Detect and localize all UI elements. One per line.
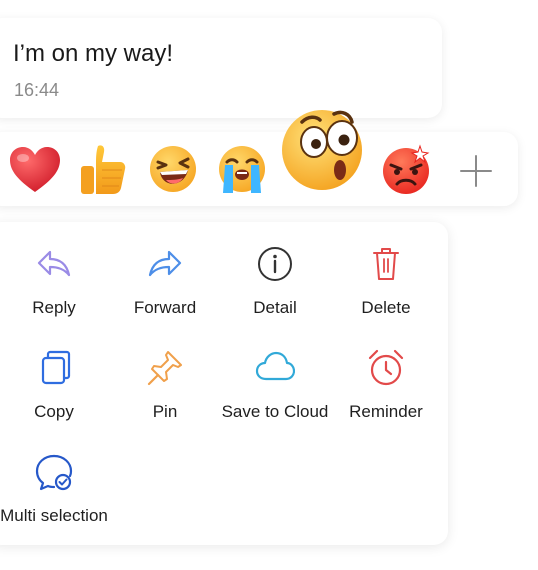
thumbs-up-icon[interactable] <box>78 142 128 196</box>
delete-label: Delete <box>361 298 411 317</box>
laughing-face-icon[interactable] <box>148 144 198 194</box>
save-to-cloud-button[interactable]: Save to Cloud <box>218 348 332 438</box>
alarm-clock-icon <box>366 348 406 388</box>
reminder-label: Reminder <box>349 402 423 421</box>
forward-button[interactable]: Forward <box>108 244 222 334</box>
cloud-icon <box>255 348 295 388</box>
reminder-button[interactable]: Reminder <box>329 348 443 438</box>
pin-button[interactable]: Pin <box>108 348 222 438</box>
multi-selection-label: Multi selection <box>0 506 108 525</box>
copy-button[interactable]: Copy <box>0 348 111 438</box>
red-heart-icon[interactable] <box>8 145 62 195</box>
pin-icon <box>145 348 185 388</box>
chat-check-icon <box>34 452 74 492</box>
trash-icon <box>366 244 406 284</box>
forward-arrow-icon <box>145 244 185 284</box>
message-timestamp: 16:44 <box>14 80 60 100</box>
message-bubble[interactable]: I’m on my way! 16:44 <box>0 18 442 118</box>
shocked-face-icon[interactable] <box>278 104 370 196</box>
info-icon <box>255 244 295 284</box>
detail-button[interactable]: Detail <box>218 244 332 334</box>
message-text: I’m on my way! <box>13 40 174 67</box>
angry-face-icon[interactable] <box>380 142 434 196</box>
reply-arrow-icon <box>34 244 74 284</box>
delete-button[interactable]: Delete <box>329 244 443 334</box>
loudly-crying-face-icon[interactable] <box>216 144 268 194</box>
copy-icon <box>34 348 74 388</box>
multi-selection-button[interactable]: Multi selection <box>0 452 111 542</box>
more-reactions-button[interactable] <box>458 153 494 189</box>
plus-icon <box>460 155 492 187</box>
reply-button[interactable]: Reply <box>0 244 111 334</box>
